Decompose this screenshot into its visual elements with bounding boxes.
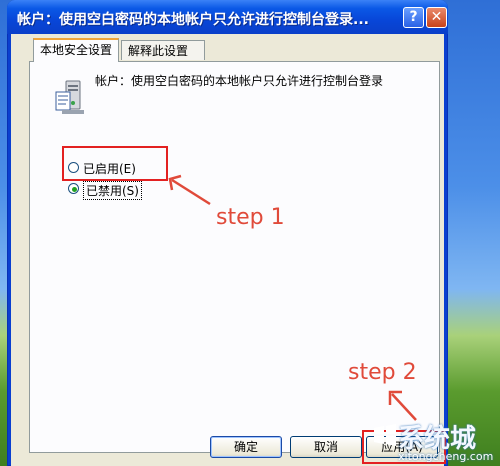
option-disabled-label: 已禁用(S) bbox=[83, 181, 142, 200]
window-title: 帐户：使用空白密码的本地帐户只允许进行控制台登录... bbox=[17, 12, 369, 28]
step2-annotation: step 2 bbox=[348, 360, 417, 385]
tab-local-security-setting[interactable]: 本地安全设置 bbox=[33, 38, 119, 62]
policy-server-icon bbox=[55, 80, 84, 114]
watermark-logo-icon bbox=[374, 424, 396, 446]
dialog-client-area: 本地安全设置 解释此设置 帐户：使用空白密码的本地帐户只允许进行控制台登录 已启… bbox=[11, 34, 444, 466]
step1-highlight-box bbox=[62, 146, 168, 181]
help-button[interactable]: ? bbox=[403, 7, 424, 28]
disabled-radio-icon[interactable] bbox=[68, 183, 79, 194]
tab-panel: 帐户：使用空白密码的本地帐户只允许进行控制台登录 已启用(E) 已禁用(S) bbox=[29, 61, 440, 453]
close-button[interactable]: ✕ bbox=[426, 7, 447, 28]
ok-button[interactable]: 确定 bbox=[210, 436, 282, 458]
security-policy-dialog: 帐户：使用空白密码的本地帐户只允许进行控制台登录... ? ✕ 本地安全设置 解… bbox=[7, 0, 448, 466]
cancel-button[interactable]: 取消 bbox=[290, 436, 362, 458]
tab-explain-setting[interactable]: 解释此设置 bbox=[121, 40, 205, 60]
step1-annotation: step 1 bbox=[216, 205, 285, 230]
title-bar[interactable]: 帐户：使用空白密码的本地帐户只允许进行控制台登录... ? ✕ bbox=[7, 0, 448, 34]
radio-selected-dot bbox=[72, 187, 77, 192]
policy-description: 帐户：使用空白密码的本地帐户只允许进行控制台登录 bbox=[95, 74, 384, 88]
watermark-url: xitongcheng.com bbox=[398, 450, 494, 463]
site-watermark: 系统城 xitongcheng.com bbox=[372, 418, 498, 464]
